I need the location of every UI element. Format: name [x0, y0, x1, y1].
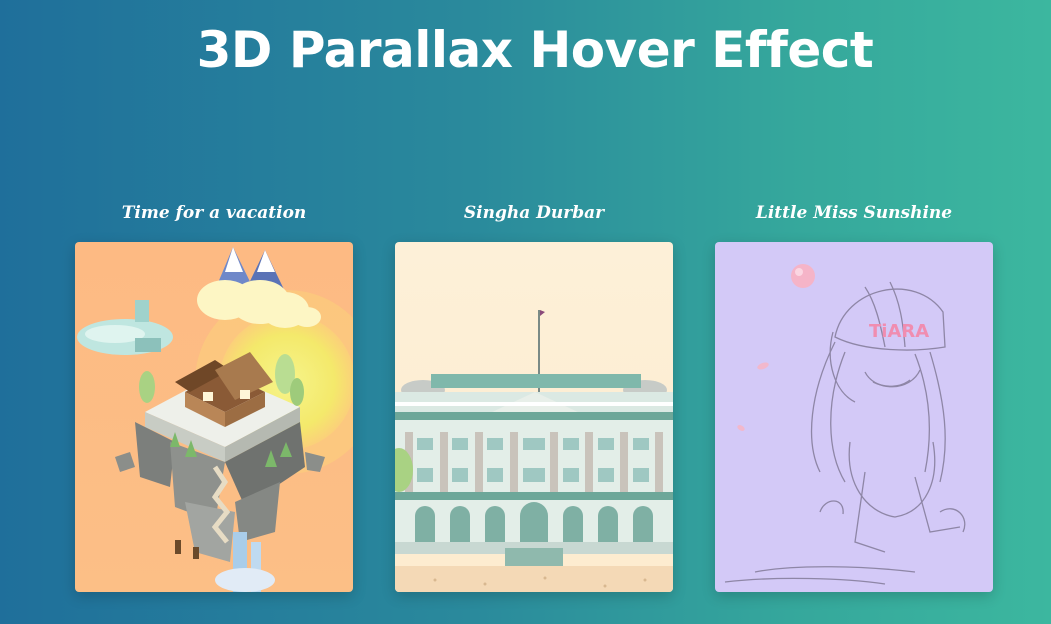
card-little-miss-sunshine[interactable]: Little Miss Sunshine TiARA [715, 198, 993, 592]
helmet-label: TiARA [869, 321, 929, 342]
page-title: 3D Parallax Hover Effect [196, 21, 874, 79]
card-title: Little Miss Sunshine [755, 203, 953, 223]
card-title: Singha Durbar [463, 203, 605, 223]
card-singha-durbar[interactable]: Singha Durbar [395, 198, 673, 592]
palace-illustration [395, 242, 673, 592]
card-vacation[interactable]: Time for a vacation [75, 198, 353, 592]
character-sketch-illustration: TiARA [715, 242, 993, 592]
card-image[interactable] [395, 242, 673, 592]
card-image[interactable]: TiARA [715, 242, 993, 592]
floating-island-illustration [75, 242, 353, 592]
card-image[interactable] [75, 242, 353, 592]
card-title: Time for a vacation [121, 203, 307, 223]
